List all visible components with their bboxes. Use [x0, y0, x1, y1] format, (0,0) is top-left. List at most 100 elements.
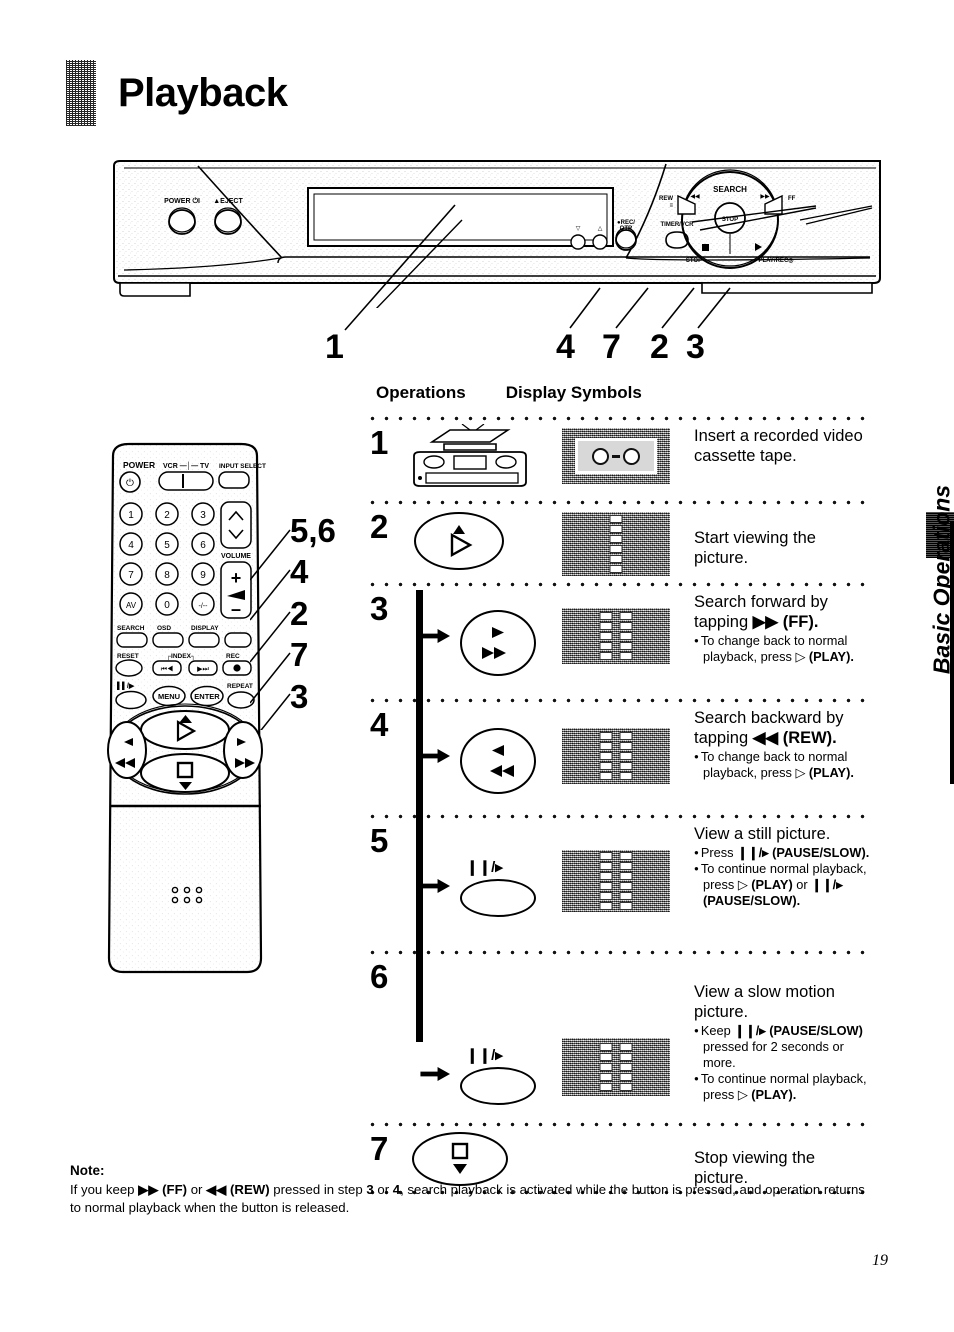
bullet-bold: (PLAY). [808, 765, 854, 781]
step-description: Insert a recorded video cassette tape. [694, 427, 863, 466]
svg-text:8: 8 [164, 570, 170, 581]
tv-rew-symbol [562, 728, 670, 784]
operation-cell [404, 590, 562, 694]
table-row: 5 ❙❙/▸ View a still picture. Press ❙❙/▸ … [370, 822, 870, 946]
pause-slow-button-oval[interactable] [460, 1067, 536, 1105]
svg-text:▶▶: ▶▶ [760, 194, 770, 200]
bullet-bold: (PLAY). [808, 649, 854, 665]
tv-play-symbol [562, 512, 670, 576]
bullet-plain-2: pressed for 2 seconds or more. [703, 1039, 844, 1070]
display-symbol-cell [562, 1130, 680, 1134]
step-number: 7 [370, 1130, 389, 1167]
remote-callout-2: 2 [290, 595, 309, 632]
display-symbol-cell [562, 706, 680, 784]
vcr-callout-2: 2 [650, 328, 669, 366]
step-bullets: To change back to normal playback, press… [694, 633, 870, 665]
step-text-cell: View a still picture. Press ❙❙/▸ (PAUSE/… [680, 822, 870, 909]
row-separator [370, 810, 870, 822]
ff-icon [482, 627, 506, 659]
operation-cell [404, 706, 562, 810]
svg-text:7: 7 [128, 570, 134, 581]
step-text-cell: View a slow motion picture. Keep ❙❙/▸ (P… [680, 958, 870, 1103]
operation-cell [404, 508, 562, 578]
svg-text:ENTER: ENTER [194, 692, 220, 701]
flow-arrow-icon [420, 879, 450, 893]
svg-text:AV: AV [126, 601, 137, 610]
ff-button-oval[interactable] [460, 610, 536, 676]
remote-callout-7: 7 [290, 636, 309, 673]
svg-text:PLAY/REC◎: PLAY/REC◎ [758, 258, 794, 264]
display-symbol-cell [562, 424, 680, 484]
display-symbol-cell [562, 508, 680, 576]
header-display-symbols: Display Symbols [505, 383, 642, 402]
bullet-plain: Press [700, 845, 738, 861]
page-title: Playback [118, 71, 288, 115]
svg-text:0: 0 [164, 600, 170, 611]
svg-text:⏮◀: ⏮◀ [161, 665, 174, 673]
note-part-2: or [187, 1182, 207, 1197]
flow-arrow-icon [420, 629, 450, 643]
svg-text:DISPLAY: DISPLAY [191, 625, 219, 632]
row-separator [370, 694, 870, 706]
vcr-callout-7: 7 [602, 328, 621, 366]
table-row: 6 ❙❙/▸ View a slow motion picture. Keep … [370, 958, 870, 1118]
svg-text:–: – [231, 599, 241, 619]
operation-cell: ❙❙/▸ [404, 958, 562, 1118]
tv-ff-symbol [562, 608, 670, 664]
remote-callout-4: 4 [290, 553, 309, 590]
table-row: 1 Insert a recorded video cassette tape. [370, 423, 870, 496]
step-bullets: Press ❙❙/▸ (PAUSE/SLOW). To continue nor… [694, 845, 870, 908]
display-symbol-cell [562, 958, 680, 1096]
svg-text:REPEAT: REPEAT [227, 683, 253, 690]
svg-text:-/--: -/-- [199, 603, 209, 610]
svg-text:6: 6 [200, 540, 206, 551]
step-text-cell: Insert a recorded video cassette tape. [680, 424, 870, 466]
vcr-callout-3: 3 [686, 328, 705, 366]
note-bold-4: 4 [392, 1182, 401, 1197]
svg-text:INPUT SELECT: INPUT SELECT [219, 463, 266, 470]
svg-text:+: + [231, 568, 242, 588]
bullet-item: Press ❙❙/▸ (PAUSE/SLOW). [694, 845, 870, 861]
row-separator [370, 412, 870, 424]
remote-control-diagram: POWER ⏻ VCR —│— TV INPUT SELECT 1 2 3 4 … [95, 438, 275, 978]
svg-text:≡: ≡ [669, 203, 673, 209]
vcr-callout-4: 4 [556, 328, 575, 366]
bullet-item: To change back to normal playback, press… [694, 633, 870, 665]
note-block: Note: If you keep ▶▶ (FF) or ◀◀ (REW) pr… [70, 1163, 870, 1217]
bullet-plain-2: or [792, 876, 812, 892]
svg-text:REC: REC [226, 653, 240, 660]
play-icon [450, 525, 473, 558]
bullet-bold: ❙❙/▸ (PAUSE/SLOW) [734, 1023, 863, 1039]
svg-text:SEARCH: SEARCH [117, 625, 145, 632]
step-description: Search forward by tapping ▶▶ (FF). [694, 592, 870, 632]
step-number: 6 [370, 958, 389, 995]
svg-text:VOLUME: VOLUME [221, 553, 251, 560]
svg-text:SEARCH: SEARCH [713, 185, 747, 194]
table-row: 4 Search backward by tapping ◀◀ (REW). ●… [370, 706, 870, 810]
note-bold-3: 3 [366, 1182, 374, 1197]
svg-text:POWER ⏻I: POWER ⏻I [164, 197, 200, 205]
svg-text:OTR: OTR [620, 226, 633, 232]
svg-text:FF: FF [788, 196, 796, 202]
operation-cell: ❙❙/▸ [404, 822, 562, 946]
svg-text:3: 3 [200, 510, 206, 521]
rew-button-oval[interactable] [460, 728, 536, 794]
step-description: Search backward by tapping ◀◀ (REW). [694, 708, 870, 748]
step-description-bold: ▶▶ (FF). [752, 613, 819, 632]
pause-slow-button-oval[interactable] [460, 879, 536, 917]
note-bold-1: ▶▶ (FF) [138, 1182, 188, 1197]
play-button-oval[interactable] [414, 512, 504, 570]
display-symbol-cell [562, 590, 680, 664]
flow-arrow-icon [420, 1067, 450, 1081]
vcr-callout-1: 1 [325, 328, 344, 366]
step-description: View a slow motion picture. [694, 983, 835, 1022]
bullet-item: To change back to normal playback, press… [694, 749, 870, 781]
step-text-cell: Start viewing the picture. [680, 508, 870, 568]
pause-slow-label: ❙❙/▸ [466, 859, 503, 876]
step-number: 5 [370, 822, 389, 859]
svg-text:2: 2 [164, 510, 170, 521]
bullet-item: To continue normal playback, press ▷ (PL… [694, 861, 870, 909]
svg-text:5: 5 [164, 540, 170, 551]
page-number: 19 [872, 1252, 888, 1269]
bullet-bold: ❙❙/▸ (PAUSE/SLOW). [737, 845, 870, 861]
